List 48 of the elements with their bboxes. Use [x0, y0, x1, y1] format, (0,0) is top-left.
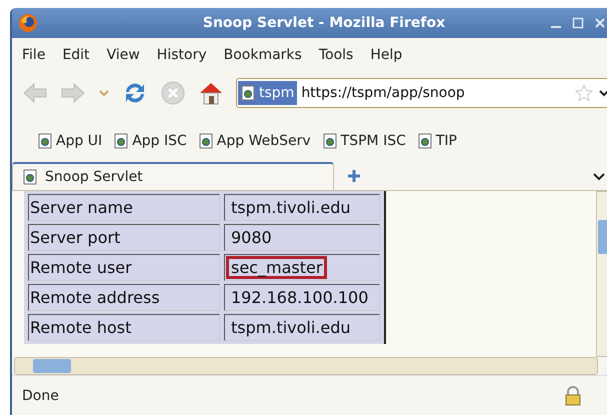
menu-item[interactable]: Bookmarks [224, 47, 302, 63]
value-text: 9080 [230, 227, 273, 249]
menu-item[interactable]: Tools [318, 47, 354, 63]
highlighted-value: sec_master [226, 256, 328, 279]
padlock-icon [564, 386, 582, 406]
url-text: https://tspm/app/snoop [301, 85, 466, 101]
menu-item[interactable]: Help [370, 47, 402, 63]
menu-item[interactable]: View [106, 47, 140, 63]
address-bar[interactable]: tspm https://tspm/app/snoop [236, 78, 607, 108]
page-icon [241, 85, 255, 101]
home-icon[interactable] [198, 80, 224, 106]
table-cell: Remote host [28, 314, 220, 341]
value-text: 192.168.100.100 [230, 287, 370, 309]
bookmark-item[interactable]: App WebServ [198, 133, 311, 149]
menu-item[interactable]: History [156, 47, 207, 63]
menu-item[interactable]: Edit [62, 47, 90, 63]
browser-logo-icon [18, 13, 38, 33]
page-icon [23, 169, 37, 185]
bookmark-item[interactable]: App UI [38, 133, 102, 149]
bookmark-item[interactable]: TSPM ISC [322, 133, 406, 149]
bookmark-item[interactable]: App ISC [114, 133, 187, 149]
window-title: Snoop Servlet - Mozilla Firefox [202, 15, 446, 31]
new-tab-icon[interactable] [346, 168, 362, 184]
table-cell: Remote user [28, 254, 220, 281]
stop-icon[interactable] [160, 80, 186, 106]
page-icon [198, 133, 213, 149]
site-identity-button[interactable]: tspm [238, 81, 298, 105]
star-icon[interactable] [574, 83, 594, 103]
value-text: tspm.tivoli.edu [230, 197, 352, 219]
close-icon[interactable] [594, 17, 606, 29]
tab-list-caret-icon[interactable] [592, 171, 606, 181]
page-icon [418, 133, 432, 149]
menu-item[interactable]: File [22, 47, 46, 63]
tab[interactable]: Snoop Servlet [12, 162, 334, 190]
horizontal-scrollbar[interactable] [14, 357, 598, 375]
status-text: Done [22, 388, 60, 404]
page-icon [322, 133, 337, 149]
table-cell: Remote address [28, 284, 220, 311]
bookmark-item[interactable]: TIP [418, 133, 457, 149]
table-cell: Server name [28, 194, 220, 221]
page-icon [38, 133, 52, 149]
back-arrow-icon[interactable] [22, 82, 48, 104]
dropdown-caret-icon[interactable] [598, 88, 607, 98]
page-icon [114, 133, 128, 149]
value-text: tspm.tivoli.edu [230, 317, 352, 339]
table-cell: Server port [28, 224, 220, 251]
maximize-icon[interactable] [572, 17, 584, 29]
forward-arrow-icon[interactable] [60, 82, 86, 104]
